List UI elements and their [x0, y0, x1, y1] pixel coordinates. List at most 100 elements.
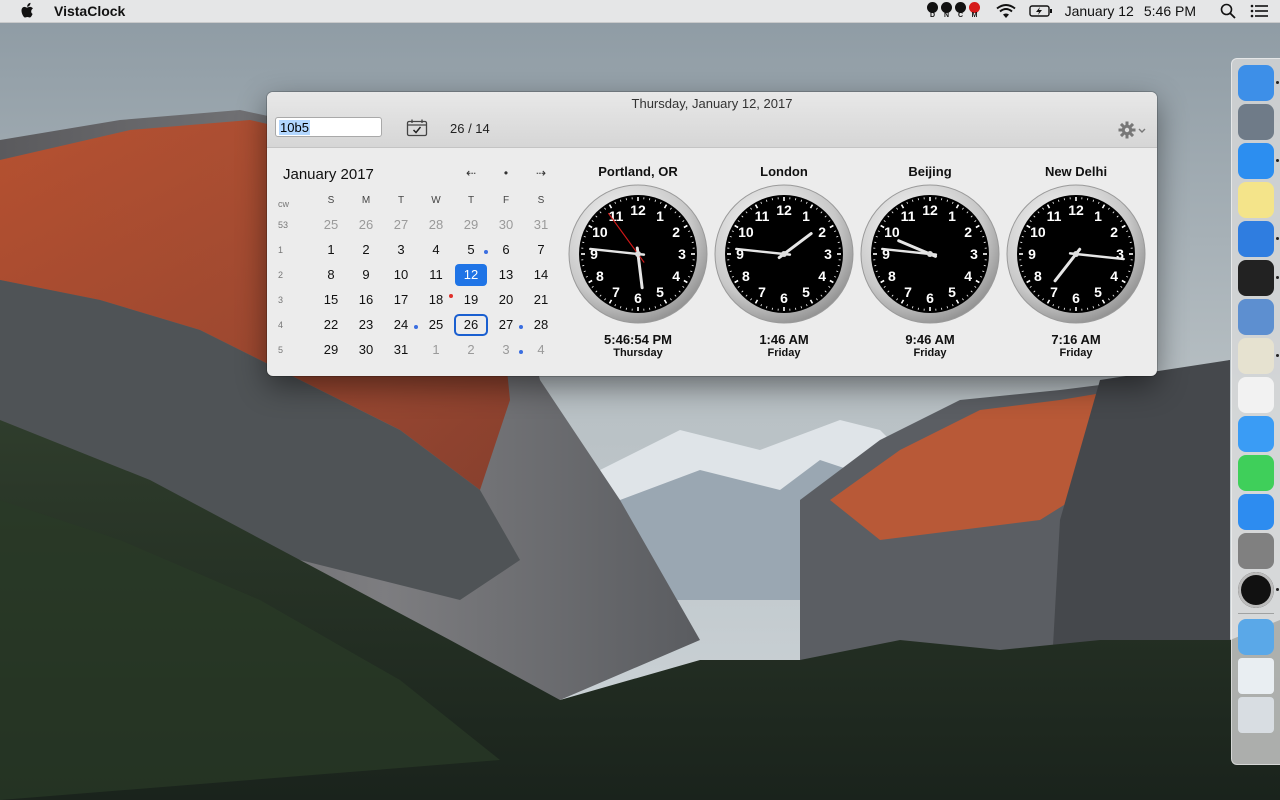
calendar-day[interactable]: 8 [314, 264, 348, 286]
dock-messages-icon[interactable] [1238, 416, 1274, 452]
dock-vistaclock-icon[interactable] [1238, 572, 1274, 608]
dock-trash-icon[interactable] [1238, 697, 1274, 733]
analog-clock-face: 1234567891011 12 [568, 184, 708, 324]
calendar-day[interactable]: 24 [384, 314, 418, 336]
clock-beijing[interactable]: Beijing 1 2 3 4 5 6 7 8 9 10 11 12 9:46 AM Friday [857, 147, 1003, 376]
weekday-header: S [327, 195, 335, 206]
calendar-day[interactable]: 30 [489, 214, 523, 236]
calendar-day[interactable]: 22 [314, 314, 348, 336]
svg-text:4: 4 [672, 268, 680, 284]
clock-day-label: Friday [1059, 347, 1093, 359]
indicator-n: N [940, 1, 953, 21]
calendar-day[interactable]: 30 [349, 339, 383, 361]
calendar-day[interactable]: 29 [314, 339, 348, 361]
clock-time-label: 7:16 AM [1051, 332, 1101, 347]
next-month-button[interactable]: ⇢ [531, 166, 551, 180]
dock-preview-icon[interactable] [1238, 299, 1274, 335]
calendar-day-today[interactable]: 12 [455, 264, 487, 286]
svg-text:6: 6 [1072, 290, 1080, 306]
calendar-check-icon[interactable] [406, 119, 428, 137]
dock-facetime-icon[interactable] [1238, 455, 1274, 491]
calendar-day[interactable]: 31 [384, 339, 418, 361]
notification-center-icon[interactable] [1250, 4, 1268, 18]
dock-notes-icon[interactable] [1238, 182, 1274, 218]
calendar-day[interactable]: 27 [489, 314, 523, 336]
dock-terminal-icon[interactable] [1238, 260, 1274, 296]
dock-system-preferences-icon[interactable] [1238, 533, 1274, 569]
calendar-day[interactable]: 18 [419, 289, 453, 311]
analog-clock-face: 1234567891011 12 [714, 184, 854, 324]
svg-text:6: 6 [780, 290, 788, 306]
dock-clock-settings-icon[interactable] [1238, 338, 1274, 374]
dock-downloads-icon[interactable] [1238, 619, 1274, 655]
calendar-day[interactable]: 6 [489, 239, 523, 261]
calendar-day[interactable]: 4 [524, 339, 558, 361]
running-indicator [1276, 354, 1279, 357]
calendar-day[interactable]: 19 [454, 289, 488, 311]
calendar-day[interactable]: 25 [419, 314, 453, 336]
wifi-icon[interactable] [995, 3, 1017, 19]
dock-documents-stack-icon[interactable] [1238, 658, 1274, 694]
prev-month-button[interactable]: ⇠ [461, 166, 481, 180]
dock-safari-icon[interactable] [1238, 143, 1274, 179]
calendar-day[interactable]: 16 [349, 289, 383, 311]
apple-menu-icon[interactable] [20, 2, 36, 20]
calendar-day[interactable]: 21 [524, 289, 558, 311]
calendar-day[interactable]: 14 [524, 264, 558, 286]
calendar-day[interactable]: 11 [419, 264, 453, 286]
clock-portland-or[interactable]: Portland, OR 1 2 3 4 5 6 7 8 9 10 11 12 5:46:54 PM Thu… [565, 147, 711, 376]
calendar-day[interactable]: 28 [524, 314, 558, 336]
weekday-header: W [431, 195, 441, 206]
event-dot-blue [484, 250, 488, 254]
clock-time-label: 9:46 AM [905, 332, 955, 347]
calendar-day[interactable]: 3 [384, 239, 418, 261]
calendar-day[interactable]: 28 [419, 214, 453, 236]
calendar-day[interactable]: 2 [454, 339, 488, 361]
dock-launchpad-icon[interactable] [1238, 104, 1274, 140]
dock-finder-icon[interactable] [1238, 65, 1274, 101]
calendar-day[interactable]: 5 [454, 239, 488, 261]
calendar-day[interactable]: 3 [489, 339, 523, 361]
calendar-day[interactable]: 13 [489, 264, 523, 286]
today-button[interactable]: • [496, 166, 516, 180]
running-indicator [1276, 81, 1279, 84]
dock-photos-icon[interactable] [1238, 377, 1274, 413]
calendar-day[interactable]: 27 [384, 214, 418, 236]
calendar-day[interactable]: 10 [384, 264, 418, 286]
dock-app-store-icon[interactable] [1238, 494, 1274, 530]
calendar-day[interactable]: 9 [349, 264, 383, 286]
calendar-day[interactable]: 31 [524, 214, 558, 236]
calendar-day[interactable]: 15 [314, 289, 348, 311]
running-indicator [1276, 159, 1279, 162]
calendar-day-selected[interactable]: 26 [454, 314, 488, 336]
calendar-day[interactable]: 17 [384, 289, 418, 311]
spotlight-search-icon[interactable] [1220, 3, 1236, 19]
clock-new-delhi[interactable]: New Delhi 1 2 3 4 5 6 7 8 9 10 11 12 7:16 AM Friday [1003, 147, 1149, 376]
calendar-day[interactable]: 4 [419, 239, 453, 261]
settings-gear-icon[interactable] [1118, 121, 1146, 139]
calendar-day[interactable]: 29 [454, 214, 488, 236]
calendar-day[interactable]: 1 [314, 239, 348, 261]
week-number: 3 [278, 295, 284, 305]
svg-text:8: 8 [888, 268, 896, 284]
calendar-day[interactable]: 23 [349, 314, 383, 336]
app-name-menu[interactable]: VistaClock [54, 3, 125, 19]
month-calendar: January 2017 ⇠ • ⇢ cw S M T W T F S 53 25 26 27 28 29… [267, 147, 557, 376]
battery-icon[interactable] [1028, 4, 1053, 18]
svg-text:11: 11 [1047, 208, 1062, 224]
running-indicator [1276, 276, 1279, 279]
calendar-day[interactable]: 1 [419, 339, 453, 361]
svg-text:11: 11 [755, 208, 770, 224]
calendar-day[interactable]: 20 [489, 289, 523, 311]
timezone-search-input[interactable]: 10b5 [275, 117, 382, 137]
clock-london[interactable]: London 1 2 3 4 5 6 7 8 9 10 11 12 1:46 AM Friday [711, 147, 857, 376]
calendar-day[interactable]: 26 [349, 214, 383, 236]
svg-text:8: 8 [742, 268, 750, 284]
dncm-status-indicators[interactable]: D N C M [926, 1, 981, 21]
menubar-clock[interactable]: January 12 5:46 PM [1065, 3, 1196, 19]
calendar-day[interactable]: 25 [314, 214, 348, 236]
clock-city-label: Portland, OR [598, 164, 678, 179]
calendar-day[interactable]: 7 [524, 239, 558, 261]
calendar-day[interactable]: 2 [349, 239, 383, 261]
dock-xcode-icon[interactable] [1238, 221, 1274, 257]
